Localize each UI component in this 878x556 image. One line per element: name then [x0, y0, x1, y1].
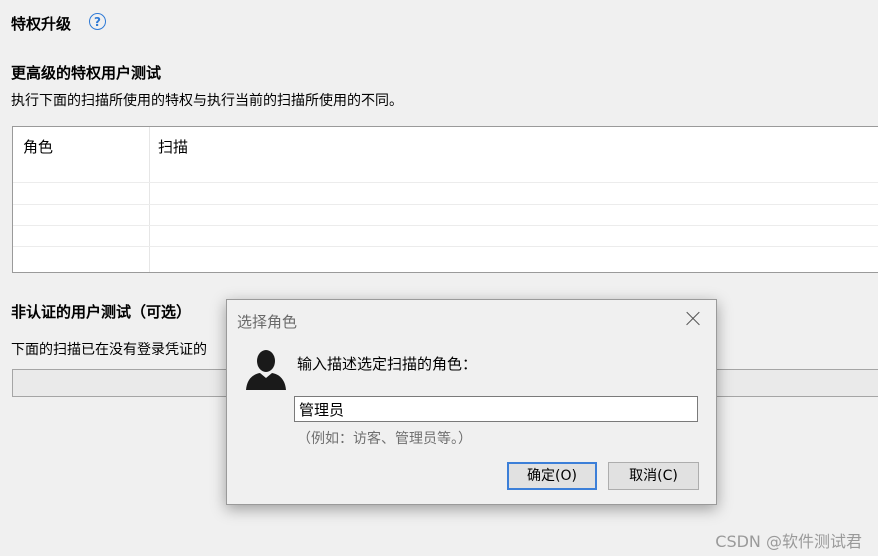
table-row[interactable]	[13, 246, 878, 247]
table-row[interactable]	[13, 182, 878, 183]
select-role-dialog: 选择角色 输入描述选定扫描的角色： （例如：访客、管理员等。） 确定(O) 取消…	[226, 299, 717, 505]
higher-privilege-description: 执行下面的扫描所使用的特权与执行当前的扫描所使用的不同。	[11, 93, 403, 109]
ok-button[interactable]: 确定(O)	[507, 462, 597, 490]
watermark: CSDN @软件测试君	[715, 532, 862, 551]
role-scan-table[interactable]: 角色 扫描	[12, 126, 878, 273]
column-divider	[149, 127, 150, 272]
cancel-button[interactable]: 取消(C)	[608, 462, 699, 490]
table-row[interactable]	[13, 225, 878, 226]
page-title-text: 特权升级	[11, 15, 72, 33]
role-input[interactable]	[294, 396, 698, 422]
close-icon[interactable]	[682, 308, 704, 330]
dialog-prompt: 输入描述选定扫描的角色：	[297, 355, 478, 373]
dialog-title: 选择角色	[237, 313, 298, 331]
help-icon[interactable]: ?	[89, 13, 106, 30]
page-title: 特权升级	[11, 13, 71, 34]
role-example-hint: （例如：访客、管理员等。）	[297, 431, 472, 447]
unauth-user-heading: 非认证的用户测试（可选）	[11, 303, 192, 321]
user-silhouette-icon	[246, 350, 286, 390]
table-row[interactable]	[13, 204, 878, 205]
column-header-role[interactable]: 角色	[23, 136, 53, 157]
unauth-user-description: 下面的扫描已在没有登录凭证的	[11, 342, 207, 358]
higher-privilege-heading: 更高级的特权用户测试	[11, 64, 162, 82]
column-header-scan[interactable]: 扫描	[158, 136, 188, 157]
